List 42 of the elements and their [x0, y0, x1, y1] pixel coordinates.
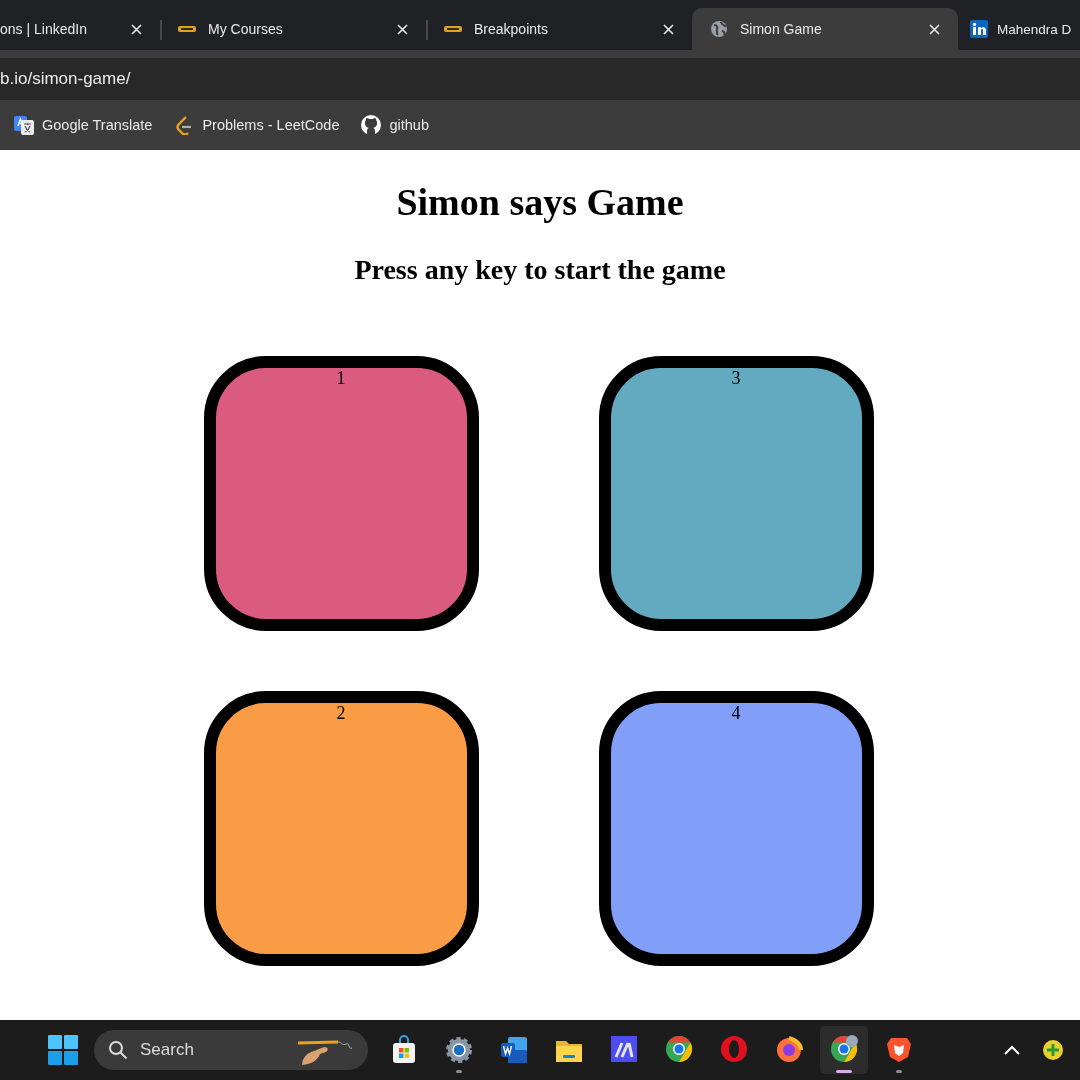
chevron-up-icon[interactable]: [1004, 1045, 1020, 1055]
browser-tab[interactable]: ons | LinkedIn: [0, 8, 160, 50]
lion-icon: [887, 1038, 911, 1062]
ai-app-icon: [611, 1036, 637, 1062]
close-icon[interactable]: [397, 23, 408, 35]
firefox-icon: [777, 1036, 803, 1062]
page-subtitle: Press any key to start the game: [354, 254, 726, 286]
windows-start-icon[interactable]: [48, 1035, 78, 1065]
globe-icon: [710, 20, 728, 38]
close-icon[interactable]: [663, 23, 674, 35]
college-logo-icon: [444, 25, 462, 33]
browser-tab[interactable]: Mahendra D: [958, 8, 1080, 50]
search-bar[interactable]: Search: [94, 1030, 368, 1070]
game-pad[interactable]: 4: [598, 691, 874, 966]
linkedin-icon: [970, 20, 988, 38]
close-icon[interactable]: [131, 23, 142, 35]
browser-tab[interactable]: Breakpoints: [426, 8, 692, 50]
search-icon: [108, 1040, 128, 1060]
address-url[interactable]: b.io/simon-game/: [0, 69, 131, 89]
college-logo-icon: [178, 25, 196, 33]
folder-icon: [556, 1041, 582, 1062]
taskbar-app[interactable]: [820, 1026, 868, 1074]
translate-icon: [14, 115, 34, 135]
bookmark[interactable]: github: [361, 115, 429, 135]
github-icon: [361, 115, 382, 135]
browser-tab[interactable]: My Courses: [160, 8, 426, 50]
settings-icon: [446, 1037, 472, 1063]
close-icon[interactable]: [929, 23, 940, 35]
search-field[interactable]: Search: [138, 1039, 272, 1061]
bookmark[interactable]: Problems - LeetCode: [174, 115, 340, 135]
avatar-icon: [846, 1035, 858, 1047]
game-pad[interactable]: 3: [598, 356, 874, 631]
plus-badge-icon[interactable]: [1042, 1039, 1064, 1061]
page-title: Simon says Game: [396, 180, 684, 224]
chrome-icon: [666, 1036, 693, 1062]
game-pad[interactable]: 1: [203, 356, 479, 631]
game-pad[interactable]: 2: [203, 691, 479, 966]
store-bag-icon: [393, 1035, 415, 1063]
browser-tab[interactable]: Simon Game: [692, 8, 958, 50]
opera-icon: [721, 1036, 747, 1062]
document-app-icon: [501, 1037, 527, 1063]
bookmark[interactable]: Google Translate: [14, 115, 153, 135]
